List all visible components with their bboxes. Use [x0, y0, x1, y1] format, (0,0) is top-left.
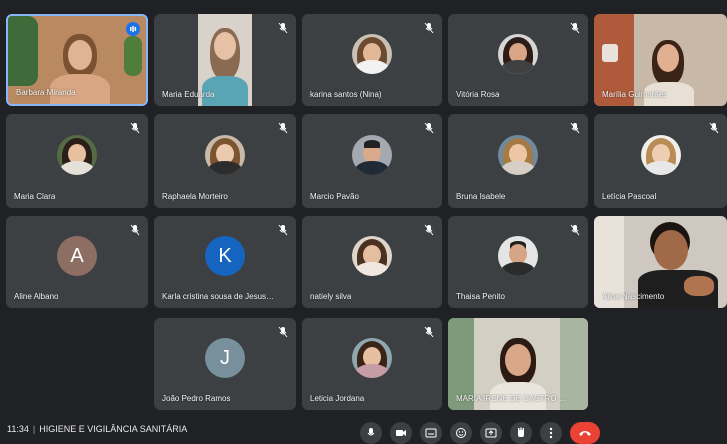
participant-name: Leticia Jordana [310, 394, 365, 403]
emoji-icon[interactable] [450, 422, 472, 444]
mic-off-icon [570, 22, 580, 34]
mic-off-icon [130, 224, 140, 236]
participant-tile[interactable]: Marília Guimarães [594, 14, 727, 106]
participant-name: MARIA IRENE DE CASTRO BAR... [456, 394, 568, 403]
hand-icon[interactable] [510, 422, 532, 444]
mic-off-icon [278, 224, 288, 236]
camera-icon[interactable] [390, 422, 412, 444]
mic-off-icon [424, 224, 434, 236]
participant-tile[interactable]: natiely silva [302, 216, 442, 308]
mic-off-icon [570, 122, 580, 134]
mic-off-icon [424, 122, 434, 134]
participant-name: Karla cristina sousa de Jesus Cru... [162, 292, 276, 301]
participant-name: natiely silva [310, 292, 352, 301]
mic-icon[interactable] [360, 422, 382, 444]
mic-off-icon [130, 122, 140, 134]
participant-name: Maria Clara [14, 192, 56, 201]
mic-off-icon [424, 326, 434, 338]
participant-name: Aline Nascimento [602, 292, 665, 301]
participant-avatar [352, 338, 392, 379]
participant-avatar [498, 236, 538, 277]
participant-avatar: K [205, 236, 245, 277]
participant-tile[interactable]: K Karla cristina sousa de Jesus Cru... [154, 216, 296, 308]
participant-name: karina santos (Nina) [310, 90, 382, 99]
participant-tile[interactable]: MARIA IRENE DE CASTRO BAR... [448, 318, 588, 410]
participant-tile[interactable]: Leticia Jordana [302, 318, 442, 410]
participant-tile[interactable]: Vitória Rosa [448, 14, 588, 106]
participant-grid: Barbara Miranda Maria Eduarda karina san… [0, 0, 727, 420]
more-icon[interactable] [540, 422, 562, 444]
captions-icon[interactable] [420, 422, 442, 444]
participant-avatar: J [205, 338, 245, 379]
mic-off-icon [278, 326, 288, 338]
participant-name: Raphaela Morteiro [162, 192, 228, 201]
end-call-icon[interactable] [570, 422, 600, 444]
participant-name: Barbara Miranda [16, 88, 76, 97]
participant-tile[interactable]: Letícia Pascoal [594, 114, 727, 208]
present-icon[interactable] [480, 422, 502, 444]
participant-avatar [205, 135, 245, 176]
participant-name: Bruna Isabele [456, 192, 506, 201]
participant-avatar: A [57, 236, 97, 277]
participant-tile[interactable]: karina santos (Nina) [302, 14, 442, 106]
participant-name: Thaisa Penito [456, 292, 505, 301]
participant-avatar [640, 135, 681, 176]
participant-tile[interactable]: Bruna Isabele [448, 114, 588, 208]
meeting-title: HIGIENE E VIGILÂNCIA SANITÁRIA [39, 424, 188, 434]
participant-name: Aline Albano [14, 292, 59, 301]
participant-tile[interactable]: A Aline Albano [6, 216, 148, 308]
call-controls [360, 420, 600, 444]
participant-avatar [352, 236, 392, 277]
participant-tile[interactable]: Aline Nascimento [594, 216, 727, 308]
participant-name: Maria Eduarda [162, 90, 215, 99]
mic-off-icon [278, 22, 288, 34]
speaking-indicator-icon [126, 22, 140, 36]
participant-name: Marcio Pavão [310, 192, 359, 201]
participant-tile[interactable]: Marcio Pavão [302, 114, 442, 208]
participant-avatar [498, 34, 538, 75]
mic-off-icon [709, 122, 719, 134]
meeting-toolbar: 11:34 | HIGIENE E VIGILÂNCIA SANITÁRIA [0, 420, 727, 444]
participant-name: Letícia Pascoal [602, 192, 657, 201]
participant-name: João Pedro Ramos [162, 394, 231, 403]
participant-tile[interactable]: Maria Eduarda [154, 14, 296, 106]
participant-tile[interactable]: Thaisa Penito [448, 216, 588, 308]
participant-tile[interactable]: J João Pedro Ramos [154, 318, 296, 410]
mic-off-icon [424, 22, 434, 34]
participant-avatar [498, 135, 538, 176]
participant-name: Marília Guimarães [602, 90, 668, 99]
participant-tile[interactable]: Barbara Miranda [6, 14, 148, 106]
meeting-separator: | [32, 424, 36, 434]
mic-off-icon [278, 122, 288, 134]
participant-avatar [352, 34, 392, 75]
participant-tile[interactable]: Raphaela Morteiro [154, 114, 296, 208]
participant-name: Vitória Rosa [456, 90, 500, 99]
participant-avatar [352, 135, 392, 176]
participant-avatar [57, 135, 97, 176]
mic-off-icon [570, 224, 580, 236]
meeting-info: 11:34 | HIGIENE E VIGILÂNCIA SANITÁRIA [7, 424, 187, 434]
meeting-time: 11:34 [7, 424, 29, 434]
participant-tile[interactable]: Maria Clara [6, 114, 148, 208]
